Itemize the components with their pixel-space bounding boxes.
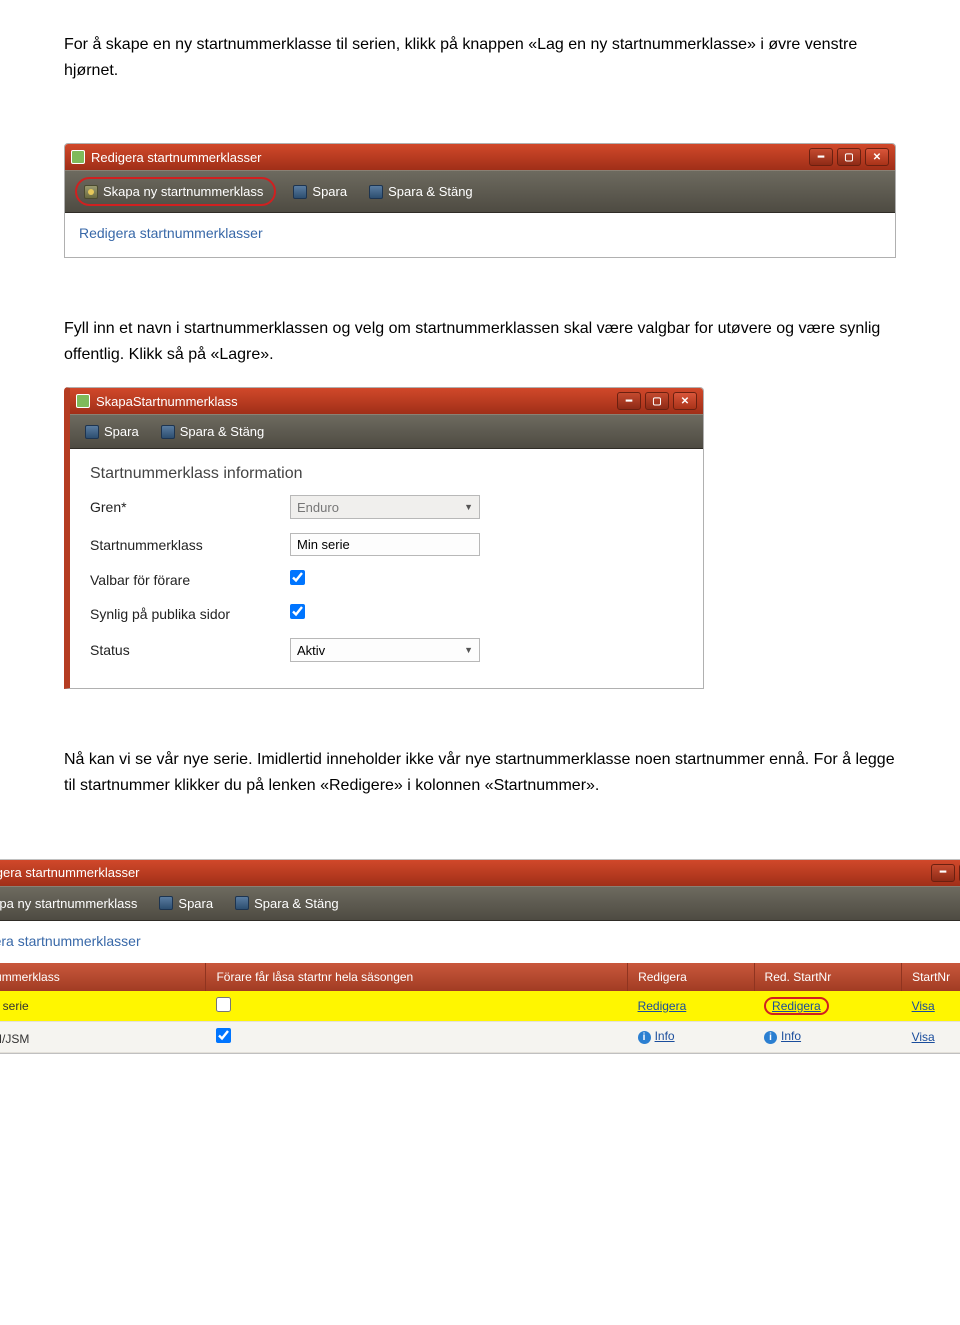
save-icon <box>85 425 99 439</box>
toolbar: Skapa ny startnummerklass Spara Spara & … <box>0 886 960 921</box>
titlebar: SkapaStartnummerklass ━ ▢ ✕ <box>70 388 703 414</box>
save-label: Spara <box>104 424 139 439</box>
lock-checkbox[interactable] <box>216 997 231 1012</box>
synlig-label: Synlig på publika sidor <box>90 606 290 622</box>
titlebar: Redigera startnummerklasser ━ ▢ ✕ <box>0 860 960 886</box>
row-valbar: Valbar för förare <box>90 570 683 590</box>
row-synlig: Synlig på publika sidor <box>90 604 683 624</box>
minimize-button[interactable]: ━ <box>809 148 833 166</box>
th-lock: Förare får låsa startnr hela säsongen <box>206 963 628 991</box>
info-icon: i <box>638 1031 651 1044</box>
maximize-button[interactable]: ▢ <box>645 392 669 410</box>
red-startnr-link[interactable]: Info <box>781 1029 801 1043</box>
form-title: Startnummerklass information <box>90 465 683 483</box>
gren-select[interactable]: Enduro ▼ <box>290 495 480 519</box>
valbar-label: Valbar för förare <box>90 572 290 588</box>
save-close-button[interactable]: Spara & Stäng <box>230 893 344 914</box>
save-button[interactable]: Spara <box>154 893 218 914</box>
table-row: Min serie Redigera Redigera Visa <box>0 991 960 1022</box>
lock-checkbox[interactable] <box>216 1028 231 1043</box>
save-icon <box>235 896 249 910</box>
chevron-down-icon: ▼ <box>464 645 473 655</box>
highlight-circle: Redigera <box>764 997 829 1015</box>
paragraph-1: For å skape en ny startnummerklasse til … <box>64 32 896 83</box>
maximize-button[interactable]: ▢ <box>837 148 861 166</box>
save-button[interactable]: Spara <box>80 421 144 442</box>
row-gren: Gren* Enduro ▼ <box>90 495 683 519</box>
name-input[interactable] <box>290 533 480 556</box>
info-icon: i <box>764 1031 777 1044</box>
save-close-label: Spara & Stäng <box>388 184 473 199</box>
highlight-circle: Skapa ny startnummerklass <box>75 177 276 206</box>
valbar-checkbox[interactable] <box>290 570 305 585</box>
window-title: SkapaStartnummerklass <box>96 394 238 409</box>
create-new-label: Skapa ny startnummerklass <box>0 896 137 911</box>
save-close-label: Spara & Stäng <box>180 424 265 439</box>
close-button[interactable]: ✕ <box>865 148 889 166</box>
row-name: Min serie <box>0 999 29 1013</box>
panel-subheader: Redigera startnummerklasser <box>0 933 960 949</box>
gren-value: Enduro <box>297 500 339 515</box>
save-close-label: Spara & Stäng <box>254 896 339 911</box>
window-skapa: SkapaStartnummerklass ━ ▢ ✕ Spara Spara … <box>64 387 704 689</box>
row-name: SM/JSM <box>0 1032 29 1046</box>
toolbar: Skapa ny startnummerklass Spara Spara & … <box>65 170 895 213</box>
form-area: Startnummerklass information Gren* Endur… <box>70 449 703 688</box>
window-title: Redigera startnummerklasser <box>91 150 262 165</box>
app-icon <box>71 150 85 164</box>
startnr-link[interactable]: Visa <box>912 999 935 1013</box>
minimize-button[interactable]: ━ <box>617 392 641 410</box>
status-value: Aktiv <box>297 643 325 658</box>
chevron-down-icon: ▼ <box>464 502 473 512</box>
status-select[interactable]: Aktiv ▼ <box>290 638 480 662</box>
name-label: Startnummerklass <box>90 537 290 553</box>
red-startnr-link[interactable]: Redigera <box>772 999 821 1013</box>
save-icon <box>161 425 175 439</box>
minimize-button[interactable]: ━ <box>931 864 955 882</box>
table-row: SM/JSMiInfoiInfoVisa <box>0 1021 960 1052</box>
window-title: Redigera startnummerklasser <box>0 865 140 880</box>
classes-table: Startnummerklass Förare får låsa startnr… <box>0 963 960 1053</box>
window-redigera-1: Redigera startnummerklasser ━ ▢ ✕ Skapa … <box>64 143 896 258</box>
save-close-button[interactable]: Spara & Stäng <box>156 421 270 442</box>
app-icon <box>76 394 90 408</box>
window-redigera-2: Redigera startnummerklasser ━ ▢ ✕ Skapa … <box>0 859 960 1074</box>
th-red-startnr: Red. StartNr <box>754 963 902 991</box>
th-startnummerklass: Startnummerklass <box>0 963 206 991</box>
save-button[interactable]: Spara <box>288 181 352 202</box>
redigera-link[interactable]: Redigera <box>638 999 687 1013</box>
save-icon <box>369 185 383 199</box>
th-startnr: StartNr <box>902 963 960 991</box>
panel-subheader: Redigera startnummerklasser <box>79 225 881 241</box>
redigera-link[interactable]: Info <box>655 1029 675 1043</box>
create-new-label: Skapa ny startnummerklass <box>103 184 263 199</box>
startnr-link[interactable]: Visa <box>912 1030 935 1044</box>
row-status: Status Aktiv ▼ <box>90 638 683 662</box>
status-label: Status <box>90 642 290 658</box>
close-button[interactable]: ✕ <box>673 392 697 410</box>
gren-label: Gren* <box>90 499 290 515</box>
row-startnummerklass: Startnummerklass <box>90 533 683 556</box>
create-new-button[interactable]: Skapa ny startnummerklass <box>79 181 268 202</box>
toolbar: Spara Spara & Stäng <box>70 414 703 449</box>
paragraph-2: Fyll inn et navn i startnummerklassen og… <box>64 316 896 367</box>
synlig-checkbox[interactable] <box>290 604 305 619</box>
save-label: Spara <box>178 896 213 911</box>
th-redigera: Redigera <box>628 963 754 991</box>
save-close-button[interactable]: Spara & Stäng <box>364 181 478 202</box>
new-icon <box>84 185 98 199</box>
titlebar: Redigera startnummerklasser ━ ▢ ✕ <box>65 144 895 170</box>
paragraph-3: Nå kan vi se vår nye serie. Imidlertid i… <box>64 747 896 798</box>
create-new-button[interactable]: Skapa ny startnummerklass <box>0 893 142 914</box>
save-label: Spara <box>312 184 347 199</box>
save-icon <box>293 185 307 199</box>
save-icon <box>159 896 173 910</box>
